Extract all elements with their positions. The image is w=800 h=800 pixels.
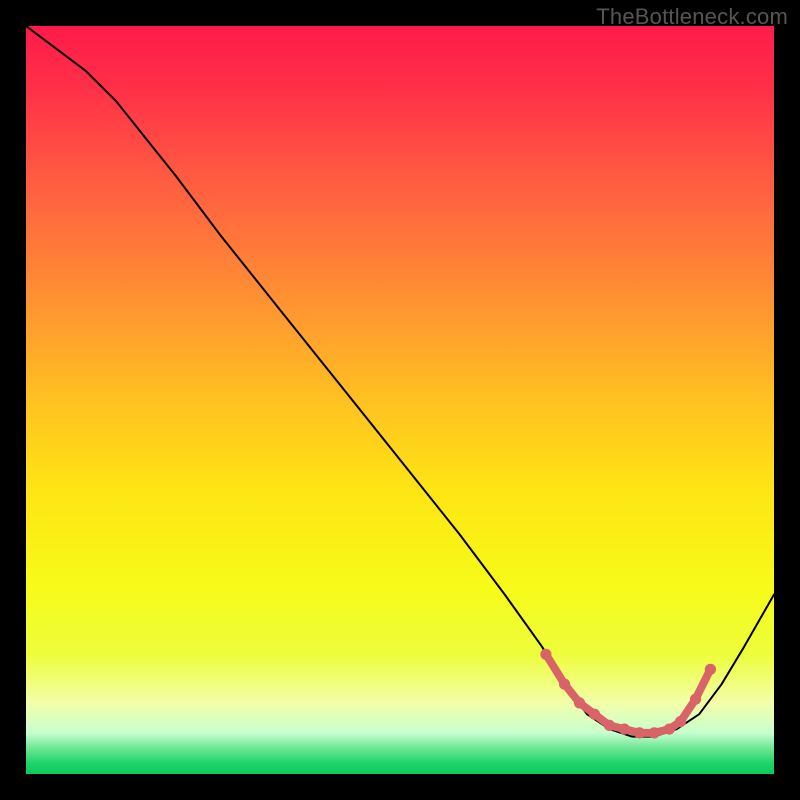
bottleneck-chart (26, 26, 774, 774)
series-dot (649, 727, 660, 738)
series-dot (540, 649, 551, 660)
series-dot (559, 679, 570, 690)
chart-frame (26, 26, 774, 774)
series-dot (634, 727, 645, 738)
watermark-text: TheBottleneck.com (596, 4, 788, 30)
series-dot (705, 664, 716, 675)
series-dot (604, 720, 615, 731)
series-dot (574, 697, 585, 708)
series-dot (589, 709, 600, 720)
series-dot (619, 724, 630, 735)
series-dot (664, 724, 675, 735)
chart-background (26, 26, 774, 774)
series-dot (690, 694, 701, 705)
series-dot (675, 716, 686, 727)
